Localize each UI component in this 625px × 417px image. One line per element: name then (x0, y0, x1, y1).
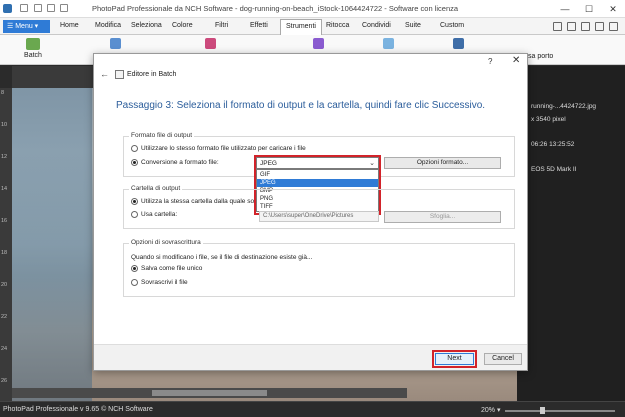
horizontal-scrollbar[interactable] (12, 388, 407, 398)
info-date: 06:26 13:25:52 (531, 141, 575, 148)
tab-effetti[interactable]: Effetti (250, 22, 268, 29)
zoom-slider[interactable] (505, 410, 615, 412)
minimize-button[interactable]: — (554, 2, 576, 16)
tab-ritocca[interactable]: Ritocca (326, 22, 349, 29)
folder-path-input[interactable]: C:\Users\super\OneDrive\Pictures (259, 211, 379, 222)
window-title: PhotoPad Professionale da NCH Software -… (92, 4, 459, 13)
zoom-select[interactable]: 20% ▾ (481, 406, 500, 414)
tab-colore[interactable]: Colore (172, 22, 193, 29)
help-icon[interactable] (581, 22, 590, 31)
save-unique-label: Salva come file unico (141, 265, 203, 272)
left-ruler: 8 10 12 14 16 18 20 22 24 26 (0, 88, 12, 401)
output-folder-group: Cartella di output (123, 185, 515, 229)
image-info-panel: running-...4424722.jpg x 3540 pixel 06:2… (517, 66, 625, 401)
info-camera: EOS 5D Mark II (531, 166, 577, 173)
zoom-slider-knob[interactable] (540, 407, 545, 414)
redo-icon[interactable] (47, 4, 55, 12)
scrollbar-thumb[interactable] (152, 390, 267, 396)
ruler-tick: 14 (1, 186, 8, 192)
main-menu-button[interactable]: ☰ Menu ▾ (3, 20, 50, 33)
tool-icon[interactable] (205, 38, 216, 49)
tab-modifica[interactable]: Modifica (95, 22, 121, 29)
same-folder-radio[interactable] (131, 198, 138, 205)
batch-label: Batch (24, 52, 42, 59)
group-title: Cartella di output (129, 185, 183, 192)
same-format-radio[interactable] (131, 145, 138, 152)
convert-format-radio[interactable] (131, 159, 138, 166)
photo-region (12, 88, 92, 401)
facebook-icon[interactable] (553, 22, 562, 31)
settings-icon[interactable] (595, 22, 604, 31)
tool-icon[interactable] (110, 38, 121, 49)
tool-icon[interactable] (383, 38, 394, 49)
browse-button[interactable]: Sfoglia... (384, 211, 501, 223)
ruler-tick: 22 (1, 314, 8, 320)
ruler-tick: 8 (1, 90, 5, 96)
format-options-button[interactable]: Opzioni formato... (384, 157, 501, 169)
use-folder-label: Usa cartella: (141, 211, 178, 218)
undo-icon[interactable] (34, 4, 42, 12)
back-arrow-icon[interactable]: ← (100, 69, 109, 79)
group-title: Formato file di output (129, 132, 195, 139)
tab-strumenti[interactable]: Strumenti (280, 19, 322, 35)
save-icon[interactable] (20, 4, 28, 12)
quick-access-icon[interactable] (60, 4, 68, 12)
maximize-button[interactable]: ☐ (578, 2, 600, 16)
tab-home[interactable]: Home (60, 22, 79, 29)
ruler-tick: 26 (1, 378, 8, 384)
tab-filtri[interactable]: Filtri (215, 22, 228, 29)
group-title: Opzioni di sovrascrittura (129, 239, 203, 246)
ruler-tick: 24 (1, 346, 8, 352)
info-dimensions: x 3540 pixel (531, 116, 566, 123)
save-unique-radio[interactable] (131, 265, 138, 272)
step-heading: Passaggio 3: Seleziona il formato di out… (116, 100, 486, 111)
menu-bar: ☰ Menu ▾ Home Modifica Seleziona Colore … (0, 18, 625, 35)
cancel-button[interactable]: Cancel (484, 353, 522, 365)
same-folder-label: Utilizza la stessa cartella dalla quale … (141, 198, 255, 205)
close-window-button[interactable]: ✕ (602, 2, 624, 16)
tab-suite[interactable]: Suite (405, 22, 421, 29)
status-bar: PhotoPad Professionale v 9.65 © NCH Soft… (0, 401, 625, 417)
ruler-tick: 12 (1, 154, 8, 160)
same-format-label: Utilizzare lo stesso formato file utiliz… (141, 145, 306, 152)
ruler-tick: 16 (1, 218, 8, 224)
overwrite-label: Sovrascrivi il file (141, 279, 188, 286)
dialog-title: Editore in Batch (127, 71, 177, 78)
overwrite-radio[interactable] (131, 279, 138, 286)
tab-condividi[interactable]: Condividi (362, 22, 391, 29)
batch-button[interactable]: Batch (18, 38, 48, 64)
tool-icon[interactable] (313, 38, 324, 49)
ruler-tick: 10 (1, 122, 8, 128)
twitter-icon[interactable] (567, 22, 576, 31)
tab-custom[interactable]: Custom (440, 22, 464, 29)
toolbar-partial-label: sa porto (528, 53, 554, 60)
tool-icon[interactable] (453, 38, 464, 49)
batch-icon (26, 38, 40, 50)
help-button[interactable]: ? (488, 57, 492, 66)
ruler-tick: 18 (1, 250, 8, 256)
account-icon[interactable] (609, 22, 618, 31)
title-bar: PhotoPad Professionale da NCH Software -… (0, 0, 625, 18)
next-button[interactable]: Next (435, 353, 474, 365)
info-filename: running-...4424722.jpg (531, 103, 597, 110)
convert-format-label: Conversione a formato file: (141, 159, 219, 166)
close-dialog-button[interactable]: ✕ (512, 55, 520, 66)
overwrite-question: Quando si modificano i file, se il file … (131, 254, 313, 261)
batch-window-icon (115, 70, 124, 79)
batch-editor-dialog: ? ✕ ← Editore in Batch Passaggio 3: Sele… (93, 53, 528, 371)
app-icon[interactable] (3, 4, 12, 13)
tab-seleziona[interactable]: Seleziona (131, 22, 162, 29)
ruler-tick: 20 (1, 282, 8, 288)
status-text: PhotoPad Professionale v 9.65 © NCH Soft… (3, 406, 153, 413)
use-folder-radio[interactable] (131, 211, 138, 218)
